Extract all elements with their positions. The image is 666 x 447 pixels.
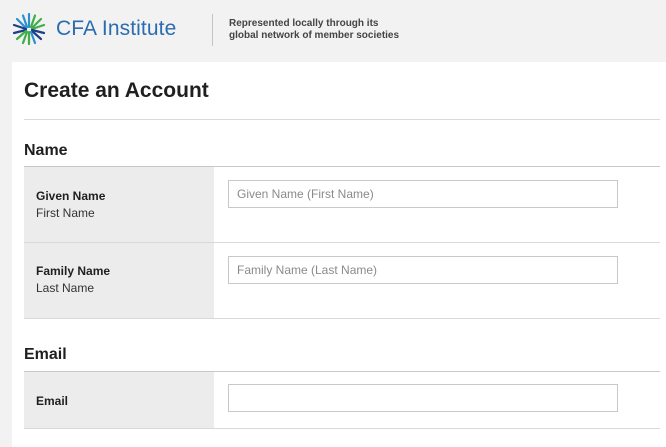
account-form-card: Create an Account Name Given Name First … — [12, 62, 666, 447]
form-row-given-name: Given Name First Name — [24, 167, 660, 243]
cfa-logo-icon[interactable] — [12, 12, 46, 46]
section-title-email: Email — [24, 346, 67, 363]
given-name-label: Given Name — [36, 189, 106, 203]
given-name-input[interactable] — [228, 180, 618, 208]
row-label-cell: Given Name First Name — [24, 167, 214, 242]
row-label-cell: Email — [24, 372, 214, 428]
given-name-sublabel: First Name — [36, 206, 95, 220]
family-name-sublabel: Last Name — [36, 281, 95, 295]
family-name-label: Family Name — [36, 264, 111, 278]
header-tagline: Represented locally through its global n… — [229, 18, 400, 41]
email-input[interactable] — [228, 384, 618, 412]
section-title-name: Name — [24, 142, 68, 159]
form-row-family-name: Family Name Last Name — [24, 243, 660, 319]
form-row-email: Email — [24, 372, 660, 429]
site-header: CFA Institute Represented locally throug… — [0, 0, 666, 62]
family-name-input[interactable] — [228, 256, 618, 284]
email-label: Email — [36, 394, 69, 408]
title-divider — [24, 119, 660, 120]
page-title: Create an Account — [24, 79, 209, 102]
header-divider — [212, 14, 213, 46]
brand-name[interactable]: CFA Institute — [56, 17, 176, 41]
row-label-cell: Family Name Last Name — [24, 243, 214, 318]
